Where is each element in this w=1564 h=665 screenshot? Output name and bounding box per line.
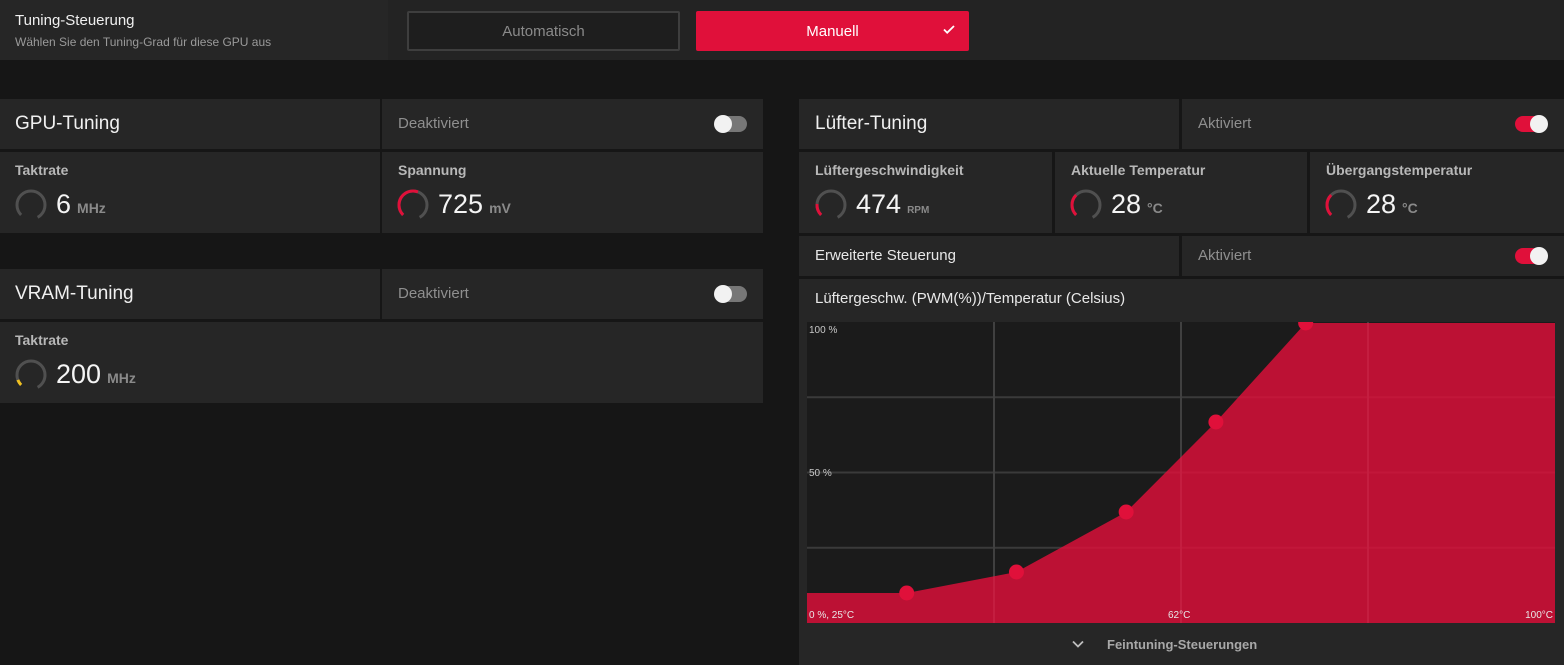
- vram-tuning-status: Deaktiviert: [398, 285, 469, 302]
- fan-speed-value: 474: [856, 189, 902, 219]
- fan-tuning-status: Aktiviert: [1198, 115, 1252, 132]
- check-icon: [941, 21, 957, 41]
- x-tick-label-mid: 62°C: [1168, 610, 1190, 621]
- gpu-clock-unit: MHz: [77, 200, 106, 216]
- automatic-button-label: Automatisch: [502, 22, 585, 40]
- gpu-tuning-title: GPU-Tuning: [15, 113, 120, 134]
- gpu-clock-label: Taktrate: [15, 162, 69, 178]
- current-temp-unit: °C: [1147, 200, 1163, 216]
- gpu-voltage-value: 725: [438, 189, 484, 219]
- fan-speed-gauge: [815, 189, 847, 221]
- gpu-tuning-toggle[interactable]: [714, 115, 747, 133]
- current-temp-value-row: 28 °C: [1111, 189, 1163, 220]
- gpu-clock-gauge: [15, 189, 47, 221]
- vram-clock-label: Taktrate: [15, 332, 69, 348]
- advanced-status: Aktiviert: [1198, 247, 1252, 264]
- advanced-control-toggle[interactable]: [1515, 247, 1548, 265]
- fan-speed-unit: RPM: [907, 205, 930, 216]
- vram-clock-gauge: [15, 359, 47, 391]
- fan-curve-point[interactable]: [1008, 564, 1024, 580]
- fan-tuning-title: Lüfter-Tuning: [815, 113, 928, 134]
- current-temp-gauge: [1070, 189, 1102, 221]
- vram-clock-value-row: 200 MHz: [56, 359, 136, 390]
- vram-clock-unit: MHz: [107, 370, 136, 386]
- origin-tick-label: 0 %, 25°C: [809, 610, 854, 621]
- gpu-clock-value-row: 6 MHz: [56, 189, 106, 220]
- current-temp-value: 28: [1111, 189, 1142, 219]
- automatic-button[interactable]: Automatisch: [407, 11, 680, 51]
- fine-tuning-label: Feintuning-Steuerungen: [1107, 636, 1258, 652]
- junction-temp-gauge: [1325, 189, 1357, 221]
- advanced-control-label: Erweiterte Steuerung: [815, 247, 956, 264]
- fan-curve-title: Lüftergeschw. (PWM(%))/Temperatur (Celsi…: [815, 290, 1126, 307]
- junction-temp-value: 28: [1366, 189, 1397, 219]
- junction-temp-value-row: 28 °C: [1366, 189, 1418, 220]
- manual-button-label: Manuell: [806, 22, 859, 40]
- gpu-voltage-gauge: [397, 189, 429, 221]
- vram-clock-value: 200: [56, 359, 102, 389]
- current-temp-label: Aktuelle Temperatur: [1071, 162, 1206, 178]
- chevron-down-icon: [1070, 636, 1086, 652]
- fine-tuning-toggle[interactable]: Feintuning-Steuerungen: [1070, 636, 1257, 652]
- fan-curve-point[interactable]: [899, 585, 915, 601]
- gpu-voltage-label: Spannung: [398, 162, 467, 178]
- background-text: [46, 60, 53, 91]
- fan-curve-point[interactable]: [1118, 504, 1134, 520]
- vram-tuning-title: VRAM-Tuning: [15, 283, 134, 304]
- tuning-control-label-cell: [0, 0, 388, 60]
- fan-curve-chart[interactable]: 100 % 50 % 0 %, 25°C 62°C 100°C: [807, 322, 1555, 623]
- y-tick-label-top: 100 %: [809, 325, 837, 336]
- fan-tuning-toggle[interactable]: [1515, 115, 1548, 133]
- y-tick-label-mid: 50 %: [809, 468, 832, 479]
- tuning-control-title: Tuning-Steuerung: [15, 12, 135, 29]
- tuning-control-subtitle: Wählen Sie den Tuning-Grad für diese GPU…: [15, 35, 272, 49]
- fan-speed-label: Lüftergeschwindigkeit: [815, 162, 964, 178]
- fan-curve-point[interactable]: [1208, 414, 1224, 430]
- gpu-voltage-unit: mV: [489, 200, 511, 216]
- gpu-voltage-value-row: 725 mV: [438, 189, 511, 220]
- vram-tuning-toggle[interactable]: [714, 285, 747, 303]
- gpu-clock-value: 6: [56, 189, 72, 219]
- junction-temp-label: Übergangstemperatur: [1326, 162, 1473, 178]
- gpu-tuning-status: Deaktiviert: [398, 115, 469, 132]
- fan-speed-value-row: 474 RPM: [856, 189, 929, 220]
- junction-temp-unit: °C: [1402, 200, 1418, 216]
- x-tick-label-max: 100°C: [1525, 610, 1553, 621]
- manual-button[interactable]: Manuell: [696, 11, 969, 51]
